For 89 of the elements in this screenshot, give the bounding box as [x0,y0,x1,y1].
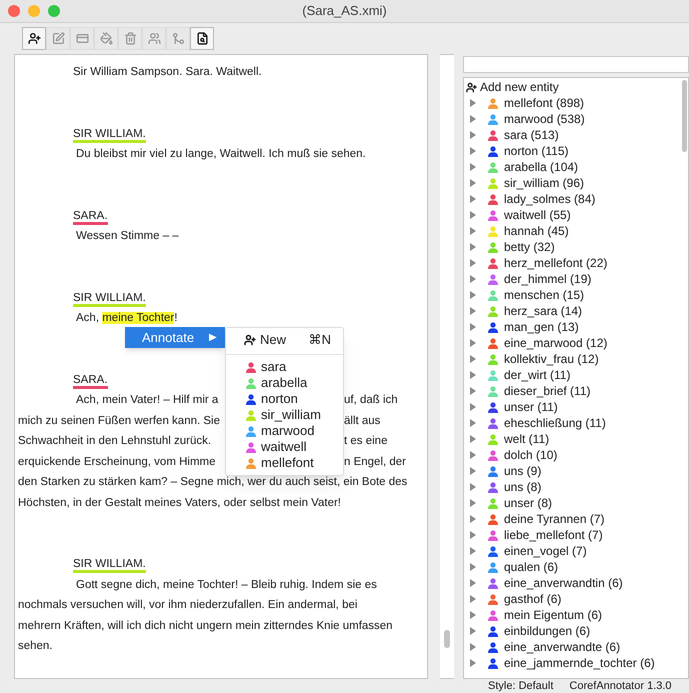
entity-item[interactable]: mein Eigentum (6) [504,606,602,624]
speaker-name: SIR WILLIAM. [73,128,146,142]
speech-line: Du bleibst mir viel zu lange, Waitwell. Ich muß sie sehen. [75,148,366,160]
entity-item[interactable]: einbildungen (6) [504,622,590,640]
speech-line: t es eine [344,434,388,449]
entity-item[interactable]: mellefont (898) [504,94,584,112]
entity-item[interactable]: gasthof (6) [504,590,562,608]
speech-line: uf, daß ich [344,393,398,408]
entity-item[interactable]: welt (11) [504,430,550,448]
add-person-icon [466,82,477,92]
people-icon [148,32,160,45]
entity-menu-item[interactable]: mellefont [226,455,343,471]
merge-icon [172,32,184,45]
entity-menu-item[interactable]: norton [226,391,343,407]
speech-line: nochmals versuchen will, vor ihm niederzufallen. Ein andermal, bei [18,599,358,611]
speech-line: mehrern Kräften, will ich dich nicht ungern mein zitterndes Knie umfassen [18,620,393,632]
speech-line: erquickende Erscheinung, vom Himme [18,456,216,468]
entity-item[interactable]: lady_solmes (84) [504,190,596,208]
speech-line: Gott segne dich, meine Tochter! – Bleib ruhig. Indem sie es [75,578,377,590]
speech-line: Höchsten, in der Gestalt meines Vaters, oder selbst mein Vater! [18,496,341,508]
entity-item[interactable]: sir_william (96) [504,174,584,192]
style-status: Style: Default [488,679,554,693]
entity-menu-item[interactable]: arabella [226,375,343,391]
speaker-name: SARA. [73,374,108,388]
close-button[interactable] [8,5,20,17]
entity-menu-item[interactable]: marwood [226,423,343,439]
card-icon [76,32,88,45]
entity-item[interactable]: herz_sara (14) [504,302,582,320]
pencil-square-icon [52,32,64,45]
entity-item[interactable]: arabella (104) [504,158,578,176]
scrollbar-thumb[interactable] [444,630,450,648]
entity-item[interactable]: unser (8) [504,494,552,512]
speech-line: Ach, mein Vater! – Hilf mir a [75,394,218,406]
entity-item[interactable]: der_wirt (11) [504,366,570,384]
toolbar-button[interactable] [190,27,214,50]
entity-item[interactable]: herz_mellefont (22) [504,254,608,272]
paint-bucket-icon [100,32,112,45]
new-entity-menu-item[interactable]: New ⌘N [226,330,343,350]
add-person-icon [244,334,256,346]
entity-item[interactable]: einen_vogel (7) [504,542,587,560]
entity-item[interactable]: norton (115) [504,142,568,160]
app-version: CorefAnnotator 1.3.0 [569,679,672,693]
entity-item[interactable]: sara (513) [504,126,559,144]
speech-line: den Starken zu stärken kam? – Segne mich, wer du auch seist, ein Bote des [18,476,408,488]
entity-item[interactable]: man_gen (13) [504,318,579,336]
entity-menu-item[interactable]: waitwell [226,439,343,455]
speaker-name: SIR WILLIAM. [73,558,146,573]
entity-item[interactable]: dolch (10) [504,446,558,464]
entity-item[interactable]: eine_anverwandtin (6) [504,574,623,592]
entity-item[interactable]: hannah (45) [504,222,569,240]
entity-menu-item[interactable]: sir_william [226,407,343,423]
entity-item[interactable]: waitwell (55) [504,206,571,224]
speaker-name: SARA. [73,210,108,224]
entity-item[interactable]: unser (11) [504,398,558,416]
entity-item[interactable]: uns (9) [504,462,542,480]
entity-item[interactable]: menschen (15) [504,286,584,304]
entity-item[interactable]: der_himmel (19) [504,270,592,288]
speech-line: Wessen Stimme – – [75,230,179,242]
trash-icon [124,32,136,45]
entity-item[interactable]: liebe_mellefont (7) [504,526,603,544]
zoom-button[interactable] [48,5,60,17]
speech-line: mich zu seinen Füßen werfen kann. Sie [18,414,220,426]
speech-line: Schwachheit in den Lehnstuhl zurück. [18,435,212,447]
entity-menu-item[interactable]: sara [226,359,343,375]
speech-line: sehen. [18,640,53,652]
add-entity-item[interactable]: Add new entity [464,79,688,95]
entity-item[interactable]: dieser_brief (11) [504,382,590,400]
entity-item[interactable]: eheschließung (11) [504,414,606,432]
window-title: (Sara_AS.xmi) [302,2,387,20]
entity-item[interactable]: eine_jammernde_tochter (6) [504,654,655,672]
add-person-icon [28,32,40,45]
entity-item[interactable]: qualen (6) [504,558,558,576]
speech-line: n Engel, der [344,454,406,470]
speaker-name: SIR WILLIAM. [73,292,146,306]
speech-line: Ach, meine Tochter! [75,312,178,324]
entity-item[interactable]: kollektiv_frau (12) [504,350,599,368]
scrollbar-thumb[interactable] [682,80,687,152]
annotate-menu-item[interactable]: Annotate ▶ [125,327,225,348]
entity-item[interactable]: deine Tyrannen (7) [504,510,605,528]
stage-direction: Sir William Sampson. Sara. Waitwell. [72,66,262,78]
entity-item[interactable]: uns (8) [504,478,542,496]
entity-item[interactable]: betty (32) [504,238,555,256]
search-field[interactable] [463,56,689,73]
entity-item[interactable]: eine_marwood (12) [504,334,608,352]
entity-item[interactable]: marwood (538) [504,110,585,128]
speech-line: ällt aus [344,414,380,428]
toolbar-button[interactable] [22,27,46,50]
entity-item[interactable]: eine_anverwandte (6) [504,638,620,656]
document-search-icon [196,32,208,45]
